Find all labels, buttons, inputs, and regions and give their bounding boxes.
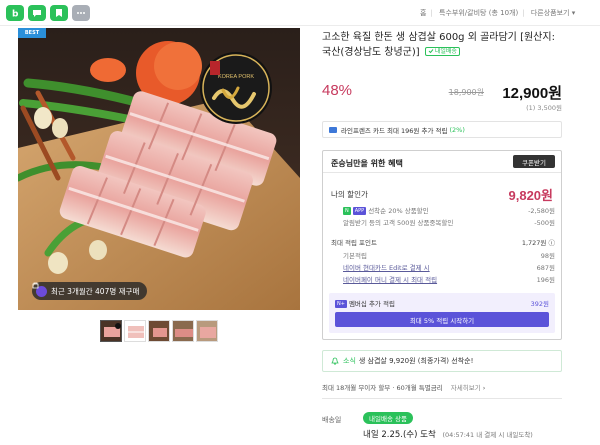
benefit-title: 준승님만을 위한 혜택: [331, 159, 403, 168]
membership-start-button[interactable]: 최대 5% 적립 시작하기: [335, 312, 549, 327]
point-label-link[interactable]: 네이버 현대카드 Edit로 결제 시: [343, 262, 430, 272]
points-label: 최대 적립 포인트: [331, 239, 377, 247]
point-label: 기본적립: [343, 252, 367, 260]
installment-info: 최대 18개월 무이자 할부 · 60개월 특별금리 자세히보기 ›: [322, 382, 562, 392]
discount-row: N APP 선착순 20% 상품할인 -2,580원: [331, 205, 555, 215]
more-icon[interactable]: [72, 5, 90, 21]
thumbnail[interactable]: [100, 320, 122, 342]
breadcrumb-home[interactable]: 홈: [420, 9, 426, 17]
point-value: 687원: [536, 264, 555, 272]
divider: [322, 398, 562, 399]
repurchase-icon: [32, 282, 47, 297]
point-label-link[interactable]: 네이버페이 머니 결제 시 최대 적립: [343, 274, 437, 284]
best-tag: BEST: [18, 28, 46, 38]
discount-label-text: 선착순 20% 상품할인: [368, 207, 429, 215]
my-price-value: 9,820원: [508, 188, 554, 203]
chat-icon[interactable]: [28, 5, 46, 21]
shipping-date-text: 내일 2.25.(수) 도착: [363, 430, 436, 440]
card-benefit-text: 라인프렌즈 카드 최대 196원 추가 적립: [341, 126, 448, 135]
points-value-text: 1,727원: [521, 239, 547, 247]
my-price-label: 나의 할인가: [331, 190, 368, 199]
benefit-header: 준승님만을 위한 혜택 쿠폰받기: [323, 151, 561, 173]
card-icon: [329, 126, 337, 133]
brand-text: KOREA PORK: [218, 74, 254, 80]
thumbnail[interactable]: [172, 320, 194, 342]
thumbnail[interactable]: [124, 320, 146, 342]
bell-icon: [331, 357, 339, 365]
membership-icon: N+: [335, 300, 347, 308]
membership-label-text: 멤버십 추가 적립: [348, 300, 395, 308]
discount-rate: 48%: [322, 82, 353, 99]
discount-row: 알림받기 등의 고객 500원 상품중복할인 -500원: [331, 217, 555, 227]
discount-value: -2,580원: [528, 207, 555, 215]
product-info: 고소한 육질 한돈 생 삼겹살 600g 외 골라담기 [원산지: 국산(경상남…: [322, 30, 562, 60]
delivery-chip-label: 내일배송: [434, 47, 457, 55]
shipping-chip: 내일배송 상품: [363, 412, 413, 424]
point-row: 기본적립 98원: [331, 250, 555, 260]
bookmark-icon[interactable]: [50, 5, 68, 21]
shipping-label: 배송일: [322, 416, 342, 424]
point-row: 네이버 현대카드 Edit로 결제 시 687원: [331, 262, 555, 272]
membership-value: 392원: [530, 300, 549, 308]
b-icon[interactable]: b: [6, 5, 24, 21]
breadcrumb: 홈 | 특수부위/갈비탕 (총 10개) | 다른상품보기 ▾: [420, 9, 576, 17]
unit-price: (1) 3,500원: [526, 104, 562, 112]
points-row: 최대 적립 포인트 1,727원 ⓘ: [331, 237, 555, 247]
sale-price: 12,900원: [502, 85, 562, 102]
event-notice[interactable]: 소식 생 삼겹살 9,920원 (최종가격) 선착순!: [322, 350, 562, 372]
installment-text: 최대 18개월 무이자 할부 · 60개월 특별금리: [322, 384, 443, 392]
thumbnail[interactable]: [196, 320, 218, 342]
card-benefit-banner[interactable]: 라인프렌즈 카드 최대 196원 추가 적립 (2%): [322, 121, 562, 138]
other-products-link[interactable]: 다른상품보기: [531, 9, 570, 17]
check-icon: [428, 49, 434, 54]
price-row: 48% 18,900원 12,900원 (1) 3,500원: [322, 82, 562, 112]
chevron-down-icon: ▾: [571, 9, 576, 17]
product-title: 고소한 육질 한돈 생 삼겹살 600g 외 골라담기 [원산지: 국산(경상남…: [322, 30, 562, 60]
top-bar: b 홈 | 특수부위/갈비탕 (총 10개) | 다른상품보기 ▾: [0, 0, 600, 26]
app-badge: APP: [352, 207, 367, 215]
repurchase-text: 최근 3개월간 407명 재구매: [51, 286, 140, 296]
points-value: 1,727원 ⓘ: [522, 237, 555, 247]
repurchase-badge: 최근 3개월간 407명 재구매: [32, 282, 148, 300]
chevron-right-icon: ›: [482, 384, 486, 392]
breadcrumb-category[interactable]: 특수부위/갈비탕: [439, 9, 486, 17]
info-icon[interactable]: ⓘ: [549, 239, 556, 247]
point-row: 네이버페이 머니 결제 시 최대 적립 196원: [331, 274, 555, 284]
shipping-date: 내일 2.25.(수) 도착 (04:57:41 내 결제 시 내일도착): [363, 428, 533, 440]
thumbnail[interactable]: [148, 320, 170, 342]
membership-box: N+ 멤버십 추가 적립 392원 최대 5% 적립 시작하기: [329, 293, 555, 333]
discount-label: 알림받기 등의 고객 500원 상품중복할인: [343, 219, 454, 227]
card-benefit-highlight: (2%): [449, 125, 465, 134]
thumbnail-strip: [100, 320, 218, 342]
original-price: 18,900원: [448, 88, 484, 97]
notice-prefix: 소식: [343, 357, 356, 365]
svg-text:b: b: [12, 10, 19, 19]
discount-label: N APP 선착순 20% 상품할인: [343, 205, 429, 215]
point-value: 196원: [536, 276, 555, 284]
product-image[interactable]: KOREA PORK 최근 3개월간 407명 재구매: [18, 28, 300, 310]
benefit-box: 준승님만을 위한 혜택 쿠폰받기 나의 할인가 9,820원 N APP 선착순 2…: [322, 150, 562, 340]
installment-more-link[interactable]: 자세히보기: [451, 384, 481, 392]
point-value: 98원: [540, 252, 555, 260]
notice-text: 생 삼겹살 9,920원 (최종가격) 선착순!: [358, 357, 474, 365]
membership-label: N+ 멤버십 추가 적립: [335, 298, 395, 308]
delivery-chip: 내일배송: [424, 46, 460, 56]
pork-belly-photo: KOREA PORK: [18, 28, 300, 310]
coupon-button[interactable]: 쿠폰받기: [513, 155, 555, 168]
discount-value: -500원: [534, 219, 555, 227]
breadcrumb-count: (총 10개): [488, 9, 519, 17]
shipping-note: (04:57:41 내 결제 시 내일도착): [442, 431, 533, 439]
naver-badge: N: [343, 207, 351, 215]
